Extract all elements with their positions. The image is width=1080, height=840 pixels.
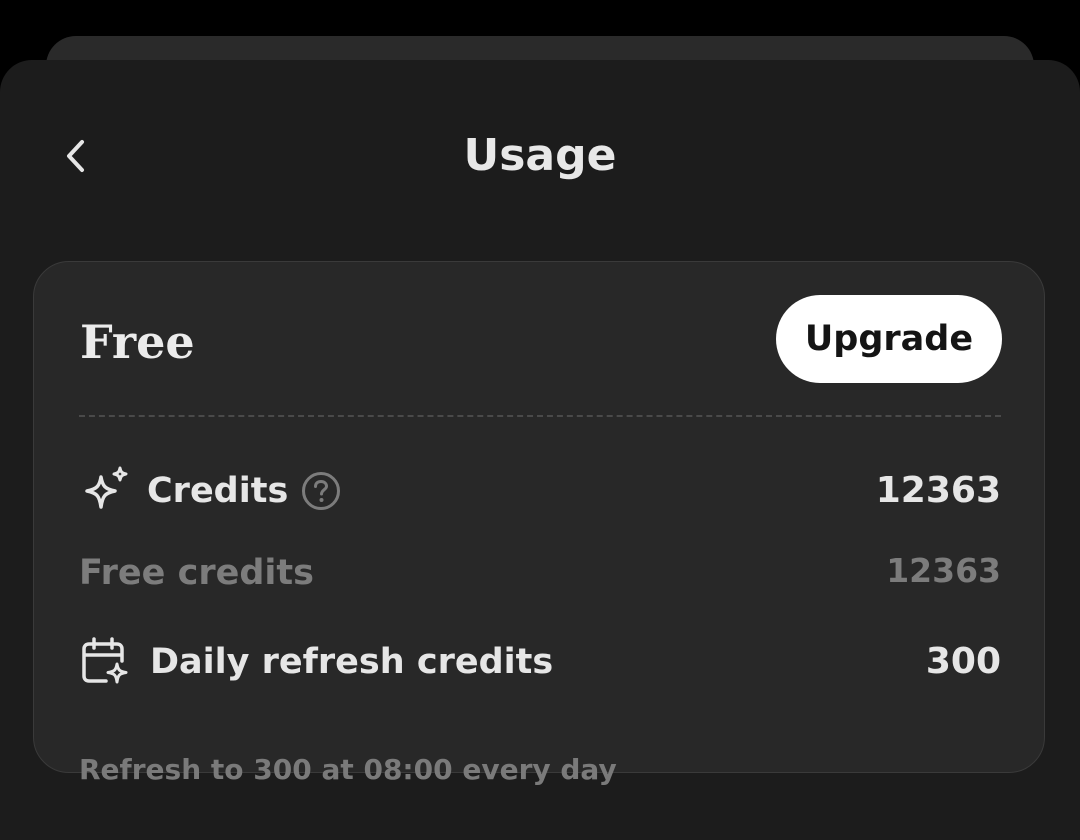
daily-refresh-label: Daily refresh credits	[150, 642, 554, 682]
refresh-note: Refresh to 300 at 08:00 every day	[79, 753, 617, 786]
free-credits-row: Free credits 12363	[79, 543, 1001, 603]
daily-refresh-row: Daily refresh credits 300	[79, 632, 1001, 692]
upgrade-button[interactable]: Upgrade	[776, 295, 1002, 383]
usage-sheet: Usage Free Upgrade Credits 12363 Free cr…	[0, 60, 1080, 840]
credits-label: Credits	[147, 471, 289, 511]
plan-card: Free Upgrade Credits 12363 Free credits …	[33, 261, 1045, 786]
daily-refresh-value: 300	[925, 641, 1001, 682]
page-title: Usage	[463, 130, 617, 181]
divider	[79, 415, 1001, 417]
sparkle-icon	[85, 466, 128, 509]
credits-value: 12363	[875, 470, 1001, 511]
calendar-sparkle-icon	[82, 637, 128, 684]
plan-name: Free	[80, 315, 195, 369]
question-circle-icon[interactable]	[301, 471, 341, 511]
free-credits-label: Free credits	[79, 553, 314, 593]
free-credits-value: 12363	[886, 551, 1001, 590]
credits-row: Credits 12363	[79, 461, 1001, 521]
